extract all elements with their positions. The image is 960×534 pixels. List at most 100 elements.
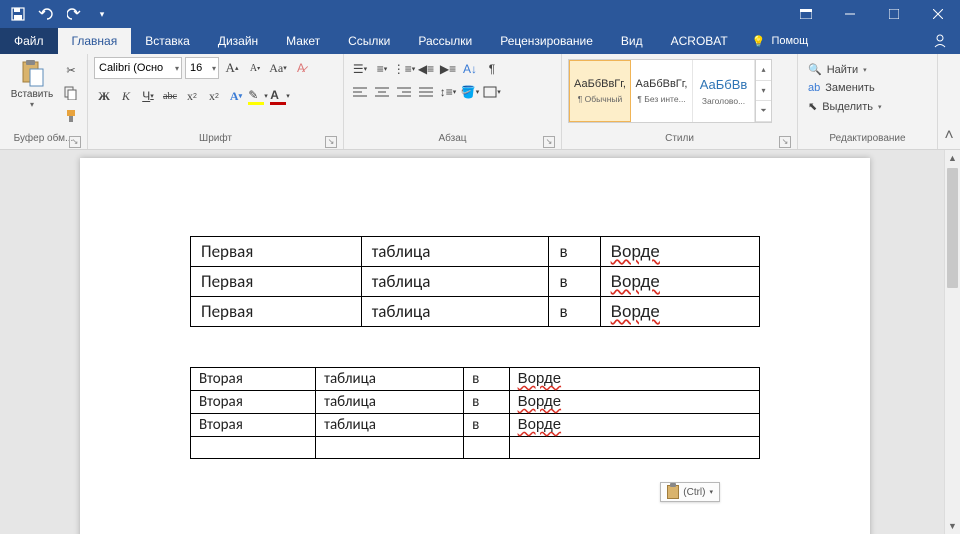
styles-launcher[interactable]: ↘ bbox=[779, 136, 791, 148]
decrease-indent-button[interactable]: ◀≡ bbox=[416, 59, 436, 79]
tab-insert[interactable]: Вставка bbox=[131, 28, 204, 54]
vertical-scrollbar[interactable]: ▲ ▼ bbox=[944, 150, 960, 534]
highlight-button[interactable]: ✎▾ bbox=[248, 86, 268, 106]
font-color-button[interactable]: A▾ bbox=[270, 86, 290, 106]
paste-button[interactable]: Вставить ▾ bbox=[6, 57, 58, 109]
tab-layout[interactable]: Макет bbox=[272, 28, 334, 54]
bullets-button[interactable]: ☰▾ bbox=[350, 59, 370, 79]
table-cell[interactable]: Ворде bbox=[509, 414, 759, 437]
text-effects-button[interactable]: A▾ bbox=[226, 86, 246, 106]
replace-button[interactable]: ab Заменить bbox=[804, 80, 885, 96]
table-row[interactable]: Вторая таблица в Ворде bbox=[191, 414, 760, 437]
table-cell[interactable] bbox=[464, 437, 510, 459]
font-size-combo[interactable]: 16▾ bbox=[185, 57, 219, 79]
line-spacing-button[interactable]: ↕≡▾ bbox=[438, 82, 458, 102]
tell-me[interactable]: 💡 Помощ bbox=[742, 28, 818, 54]
table-cell[interactable]: в bbox=[549, 297, 600, 327]
grow-font-button[interactable]: A▴ bbox=[222, 58, 242, 78]
paste-options-button[interactable]: (Ctrl) ▾ bbox=[660, 482, 720, 502]
shrink-font-button[interactable]: A▾ bbox=[245, 58, 265, 78]
table-cell[interactable]: Вторая bbox=[191, 414, 316, 437]
cut-button[interactable]: ✂ bbox=[61, 60, 81, 80]
scroll-down-button[interactable]: ▼ bbox=[945, 518, 960, 534]
table-cell[interactable]: в bbox=[549, 267, 600, 297]
styles-more[interactable]: ▴▾⏷ bbox=[755, 60, 771, 122]
table-cell[interactable]: Ворде bbox=[600, 267, 759, 297]
table-row[interactable]: Первая таблица в Ворде bbox=[191, 297, 760, 327]
table-cell[interactable]: в bbox=[464, 391, 510, 414]
table-cell[interactable]: таблица bbox=[361, 297, 549, 327]
find-button[interactable]: 🔍 Найти ▾ bbox=[804, 61, 885, 78]
table-cell[interactable] bbox=[316, 437, 464, 459]
table-cell[interactable]: Ворде bbox=[509, 391, 759, 414]
table-cell[interactable]: в bbox=[464, 414, 510, 437]
share-button[interactable] bbox=[920, 28, 960, 54]
table-row[interactable]: Первая таблица в Ворде bbox=[191, 267, 760, 297]
table-cell[interactable]: Первая bbox=[191, 237, 362, 267]
redo-button[interactable] bbox=[62, 3, 86, 25]
table-row[interactable]: Первая таблица в Ворде bbox=[191, 237, 760, 267]
scroll-up-button[interactable]: ▲ bbox=[945, 150, 960, 166]
tab-file[interactable]: Файл bbox=[0, 28, 58, 54]
copy-button[interactable] bbox=[61, 83, 81, 103]
minimize-button[interactable] bbox=[828, 0, 872, 28]
tab-home[interactable]: Главная bbox=[58, 28, 132, 54]
table-cell[interactable]: Вторая bbox=[191, 368, 316, 391]
align-left-button[interactable] bbox=[350, 82, 370, 102]
table-row[interactable]: Вторая таблица в Ворде bbox=[191, 391, 760, 414]
multilevel-button[interactable]: ⋮≡▾ bbox=[394, 59, 414, 79]
paragraph-launcher[interactable]: ↘ bbox=[543, 136, 555, 148]
tab-references[interactable]: Ссылки bbox=[334, 28, 404, 54]
clear-formatting-button[interactable]: A̷ bbox=[291, 58, 311, 78]
superscript-button[interactable]: x2 bbox=[204, 86, 224, 106]
tab-design[interactable]: Дизайн bbox=[204, 28, 272, 54]
change-case-button[interactable]: Aa▾ bbox=[268, 58, 288, 78]
table-cell[interactable] bbox=[509, 437, 759, 459]
subscript-button[interactable]: x2 bbox=[182, 86, 202, 106]
table-cell[interactable]: Ворде bbox=[509, 368, 759, 391]
font-launcher[interactable]: ↘ bbox=[325, 136, 337, 148]
table-row[interactable] bbox=[191, 437, 760, 459]
clipboard-launcher[interactable]: ↘ bbox=[69, 136, 81, 148]
show-marks-button[interactable]: ¶ bbox=[482, 59, 502, 79]
table-cell[interactable]: Вторая bbox=[191, 391, 316, 414]
table-cell[interactable]: Ворде bbox=[600, 237, 759, 267]
collapse-ribbon-button[interactable]: ˄ bbox=[938, 54, 960, 149]
shading-button[interactable]: 🪣▾ bbox=[460, 82, 480, 102]
align-right-button[interactable] bbox=[394, 82, 414, 102]
table-cell[interactable]: таблица bbox=[316, 368, 464, 391]
italic-button[interactable]: К bbox=[116, 86, 136, 106]
table-cell[interactable]: Первая bbox=[191, 297, 362, 327]
sort-button[interactable]: A↓ bbox=[460, 59, 480, 79]
increase-indent-button[interactable]: ▶≡ bbox=[438, 59, 458, 79]
tab-mailings[interactable]: Рассылки bbox=[404, 28, 486, 54]
numbering-button[interactable]: ≡▾ bbox=[372, 59, 392, 79]
table-cell[interactable]: в bbox=[464, 368, 510, 391]
page[interactable]: Первая таблица в Ворде Первая таблица в … bbox=[80, 158, 870, 534]
table-2[interactable]: Вторая таблица в Ворде Вторая таблица в … bbox=[190, 367, 760, 459]
undo-button[interactable] bbox=[34, 3, 58, 25]
tab-view[interactable]: Вид bbox=[607, 28, 657, 54]
select-button[interactable]: ⬉ Выделить ▾ bbox=[804, 98, 885, 115]
tab-review[interactable]: Рецензирование bbox=[486, 28, 607, 54]
qat-customize-button[interactable]: ▾ bbox=[90, 3, 114, 25]
ribbon-display-button[interactable] bbox=[784, 0, 828, 28]
align-center-button[interactable] bbox=[372, 82, 392, 102]
table-cell[interactable]: в bbox=[549, 237, 600, 267]
justify-button[interactable] bbox=[416, 82, 436, 102]
close-button[interactable] bbox=[916, 0, 960, 28]
style-normal[interactable]: АаБбВвГг, ¶ Обычный bbox=[569, 60, 631, 122]
table-cell[interactable]: таблица bbox=[361, 267, 549, 297]
table-cell[interactable]: таблица bbox=[316, 391, 464, 414]
tab-acrobat[interactable]: ACROBAT bbox=[657, 28, 742, 54]
maximize-button[interactable] bbox=[872, 0, 916, 28]
table-row[interactable]: Вторая таблица в Ворде bbox=[191, 368, 760, 391]
table-cell[interactable]: таблица bbox=[316, 414, 464, 437]
underline-button[interactable]: Ч▾ bbox=[138, 86, 158, 106]
bold-button[interactable]: Ж bbox=[94, 86, 114, 106]
scroll-thumb[interactable] bbox=[947, 168, 958, 288]
table-cell[interactable]: Первая bbox=[191, 267, 362, 297]
font-name-combo[interactable]: Calibri (Осно▾ bbox=[94, 57, 182, 79]
borders-button[interactable]: ▾ bbox=[482, 82, 502, 102]
table-1[interactable]: Первая таблица в Ворде Первая таблица в … bbox=[190, 236, 760, 327]
